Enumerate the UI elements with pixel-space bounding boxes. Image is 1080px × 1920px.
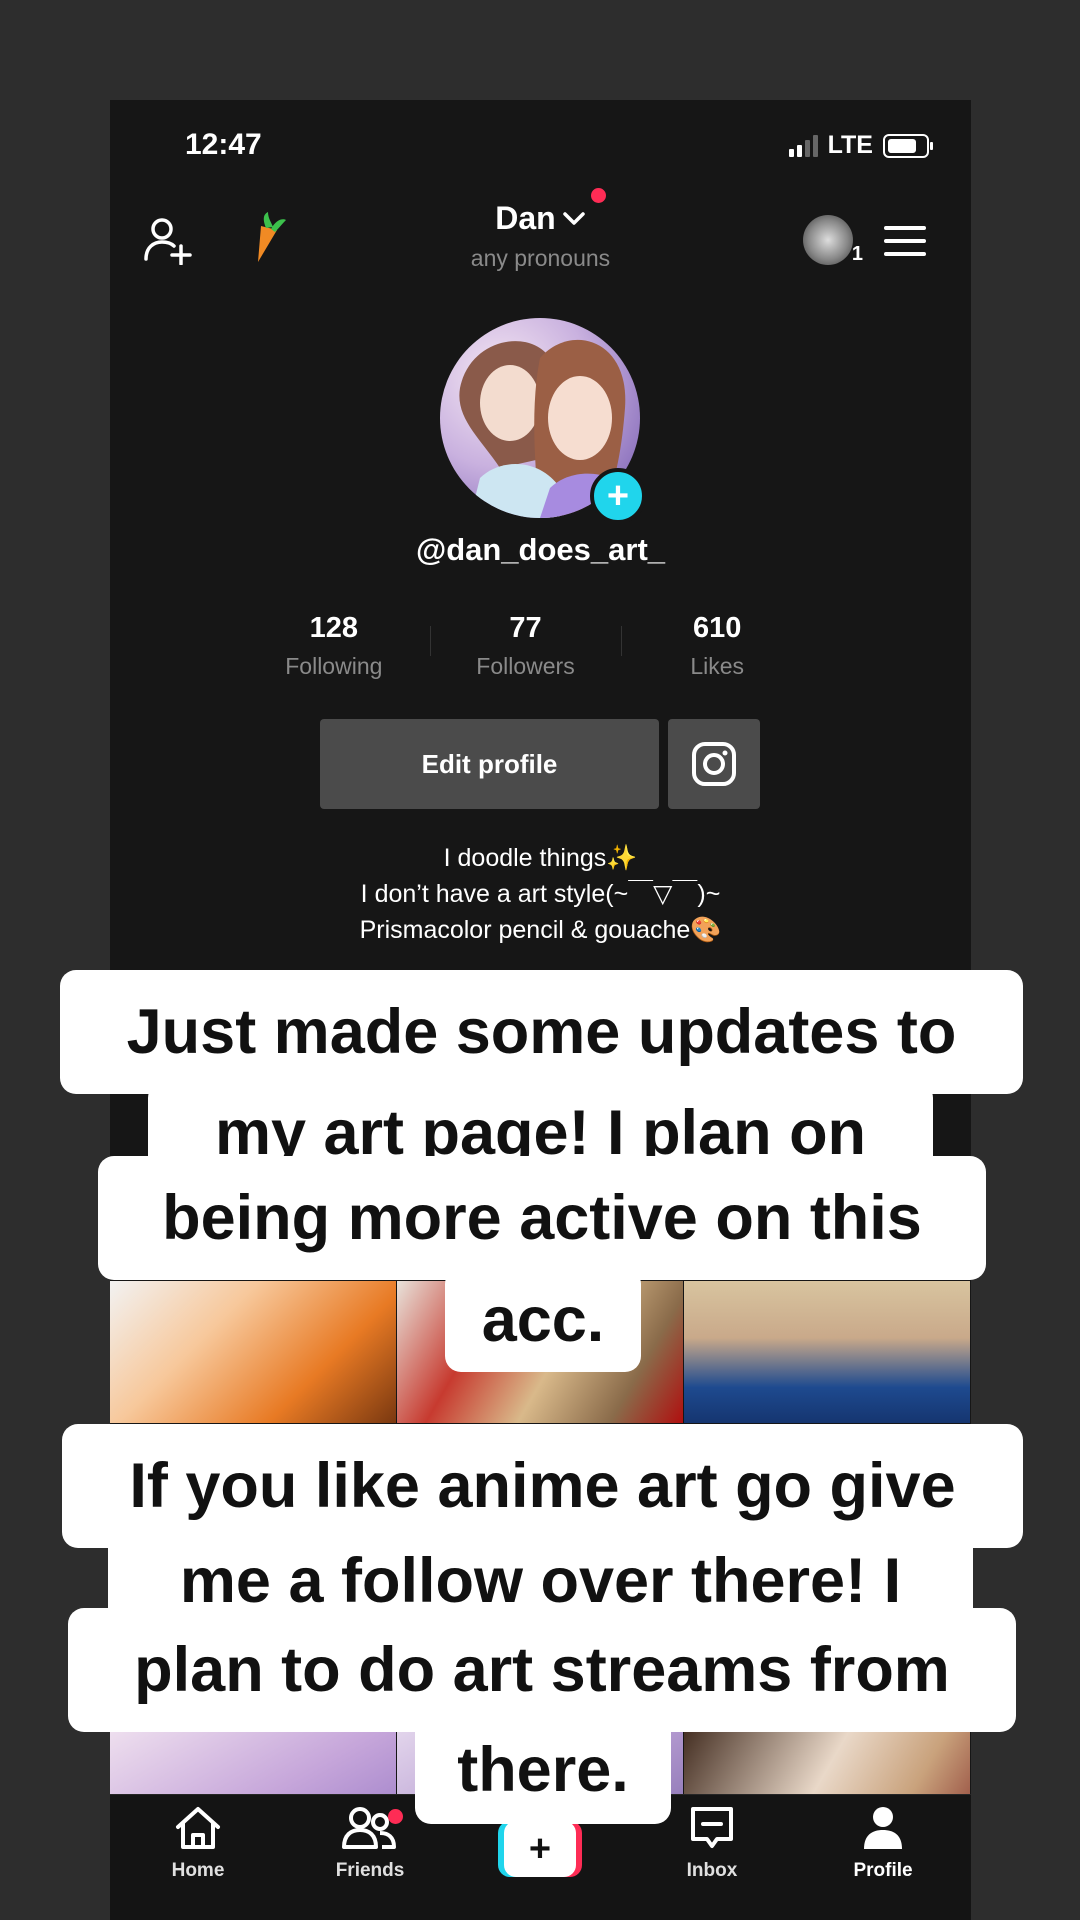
caption-line: there. — [415, 1716, 671, 1824]
plus-icon: + — [504, 1821, 576, 1877]
instagram-button[interactable] — [668, 719, 760, 809]
stat-label: Likes — [690, 653, 745, 679]
display-name: Dan — [495, 200, 556, 236]
notification-count: 1 — [851, 243, 863, 265]
bio-line: I doodle things✨ — [443, 844, 638, 872]
menu-button[interactable] — [880, 216, 930, 266]
video-thumbnail[interactable] — [110, 1281, 396, 1423]
nav-label: Home — [171, 1860, 225, 1881]
friends-notification-dot — [388, 1809, 403, 1824]
caption-line: acc. — [445, 1268, 641, 1372]
inbox-icon — [691, 1807, 733, 1848]
plus-icon: + — [606, 475, 630, 517]
create-button[interactable]: + — [498, 1821, 582, 1877]
status-time: 12:47 — [185, 128, 262, 161]
battery-icon — [883, 133, 933, 158]
notification-dot — [590, 188, 606, 203]
stat-value: 610 — [692, 612, 742, 644]
caption-line: Just made some updates to — [60, 970, 1023, 1094]
add-avatar-button[interactable]: + — [590, 468, 646, 524]
hamburger-icon — [884, 226, 926, 256]
nav-label: Friends — [335, 1860, 405, 1881]
nav-home[interactable]: Home — [128, 1805, 268, 1882]
status-right: LTE — [788, 131, 933, 160]
stat-likes[interactable]: 610 Likes — [621, 612, 813, 680]
status-bar: 12:47 LTE — [110, 100, 971, 196]
nav-label: Profile — [853, 1860, 913, 1881]
stat-label: Following — [285, 653, 383, 679]
chevron-down-icon — [562, 211, 585, 225]
video-thumbnail[interactable] — [684, 1281, 970, 1423]
instagram-icon — [692, 742, 736, 786]
mini-avatar-button[interactable]: 1 — [793, 210, 863, 270]
network-label: LTE — [827, 131, 873, 159]
caption-line: being more active on this — [98, 1156, 986, 1280]
stats-row: 128 Following 77 Followers 610 Likes — [238, 612, 813, 680]
signal-icon — [788, 134, 818, 157]
nav-label: Inbox — [686, 1860, 738, 1881]
edit-profile-button[interactable]: Edit profile — [320, 719, 659, 809]
stat-label: Followers — [476, 653, 575, 679]
stat-value: 77 — [509, 612, 542, 644]
stat-followers[interactable]: 77 Followers — [429, 612, 622, 680]
account-switcher[interactable]: Dan — [495, 188, 606, 237]
caption-line: plan to do art streams from — [68, 1608, 1016, 1732]
mini-avatar — [803, 215, 853, 265]
username: @dan_does_art_ — [415, 532, 666, 567]
nav-profile[interactable]: Profile — [813, 1805, 953, 1882]
profile-icon — [864, 1807, 902, 1849]
home-icon — [176, 1807, 220, 1849]
stat-value: 128 — [309, 612, 359, 644]
stat-following[interactable]: 128 Following — [238, 612, 430, 680]
